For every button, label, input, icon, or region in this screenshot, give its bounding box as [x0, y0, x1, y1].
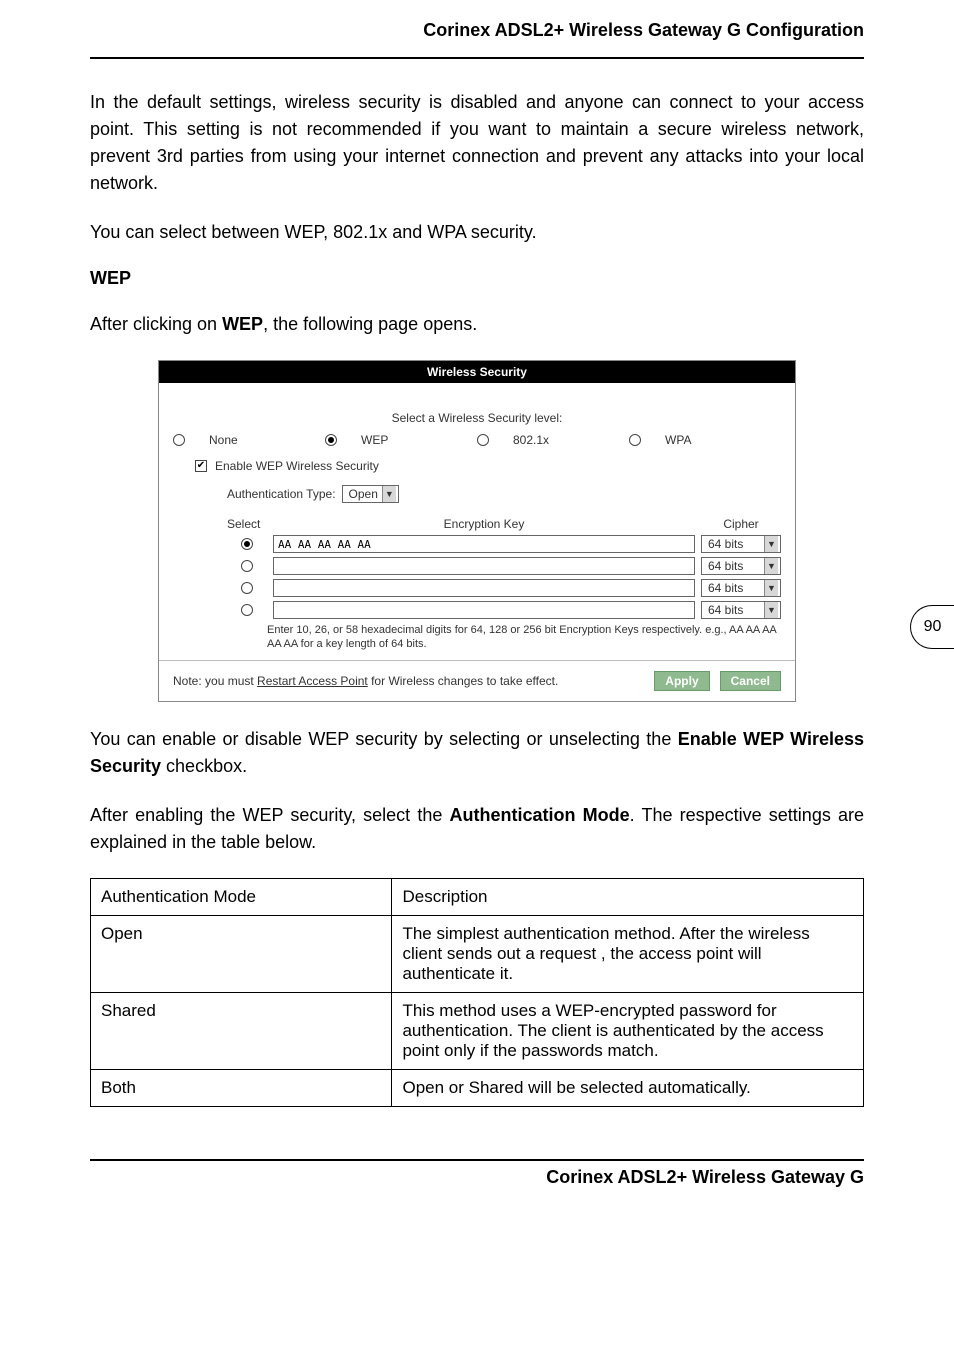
cipher-value-4: 64 bits [708, 603, 760, 617]
auth-type-value: Open [349, 487, 378, 501]
col-select: Select [227, 517, 267, 531]
key-row-2: 64 bits ▼ [227, 557, 781, 575]
key-select-4[interactable] [241, 604, 253, 616]
wireless-security-panel: Wireless Security Select a Wireless Secu… [158, 360, 796, 702]
cipher-select-1[interactable]: 64 bits ▼ [701, 535, 781, 553]
key-input-2[interactable] [273, 557, 695, 575]
page-number-tab: 90 [910, 605, 954, 649]
auth-mode-table: Authentication Mode Description Open The… [90, 878, 864, 1107]
cipher-select-3[interactable]: 64 bits ▼ [701, 579, 781, 597]
cipher-value-1: 64 bits [708, 537, 760, 551]
cell-desc: This method uses a WEP-encrypted passwor… [392, 992, 864, 1069]
radio-wpa[interactable] [629, 434, 641, 446]
th-desc: Description [392, 878, 864, 915]
key-select-1[interactable] [241, 538, 253, 550]
key-row-4: 64 bits ▼ [227, 601, 781, 619]
col-cipher: Cipher [701, 517, 781, 531]
cell-desc: Open or Shared will be selected automati… [392, 1069, 864, 1106]
radio-wep-label: WEP [361, 433, 388, 447]
security-level-radios: None WEP 802.1x WPA [173, 433, 781, 447]
note-pre: Note: you must [173, 674, 257, 688]
radio-none-label: None [209, 433, 238, 447]
footer-rule [90, 1159, 864, 1161]
wep-intro: After clicking on WEP, the following pag… [90, 311, 864, 338]
header-rule [90, 57, 864, 59]
enable-wep-paragraph: You can enable or disable WEP security b… [90, 726, 864, 780]
key-select-2[interactable] [241, 560, 253, 572]
key-row-1: 64 bits ▼ [227, 535, 781, 553]
col-key: Encryption Key [267, 517, 701, 531]
th-mode: Authentication Mode [91, 878, 392, 915]
cipher-select-2[interactable]: 64 bits ▼ [701, 557, 781, 575]
wep-intro-pre: After clicking on [90, 314, 222, 334]
intro-paragraph-2: You can select between WEP, 802.1x and W… [90, 219, 864, 246]
auth-type-label: Authentication Type: [227, 487, 336, 501]
cell-mode: Both [91, 1069, 392, 1106]
page-footer-title: Corinex ADSL2+ Wireless Gateway G [90, 1167, 864, 1188]
radio-none[interactable] [173, 434, 185, 446]
cipher-value-2: 64 bits [708, 559, 760, 573]
radio-8021x[interactable] [477, 434, 489, 446]
p4-pre: You can enable or disable WEP security b… [90, 729, 678, 749]
enable-wep-checkbox[interactable] [195, 460, 207, 472]
chevron-down-icon: ▼ [382, 486, 396, 502]
intro-paragraph-1: In the default settings, wireless securi… [90, 89, 864, 197]
restart-note: Note: you must Restart Access Point for … [173, 674, 644, 688]
key-select-3[interactable] [241, 582, 253, 594]
select-level-label: Select a Wireless Security level: [173, 411, 781, 425]
panel-title: Wireless Security [159, 361, 795, 383]
table-row: Both Open or Shared will be selected aut… [91, 1069, 864, 1106]
chevron-down-icon: ▼ [764, 602, 778, 618]
wep-intro-post: , the following page opens. [263, 314, 477, 334]
key-input-1[interactable] [273, 535, 695, 553]
wep-heading: WEP [90, 268, 864, 289]
p4-post: checkbox. [161, 756, 247, 776]
key-help-text: Enter 10, 26, or 58 hexadecimal digits f… [267, 623, 781, 652]
wep-intro-bold: WEP [222, 314, 263, 334]
chevron-down-icon: ▼ [764, 580, 778, 596]
cipher-select-4[interactable]: 64 bits ▼ [701, 601, 781, 619]
cell-mode: Open [91, 915, 392, 992]
apply-button[interactable]: Apply [654, 671, 709, 691]
key-input-4[interactable] [273, 601, 695, 619]
note-post: for Wireless changes to take effect. [368, 674, 559, 688]
radio-wpa-label: WPA [665, 433, 691, 447]
chevron-down-icon: ▼ [764, 558, 778, 574]
radio-8021x-label: 802.1x [513, 433, 549, 447]
p5-pre: After enabling the WEP security, select … [90, 805, 450, 825]
key-input-3[interactable] [273, 579, 695, 597]
page-header-title: Corinex ADSL2+ Wireless Gateway G Config… [90, 20, 864, 49]
radio-wep[interactable] [325, 434, 337, 446]
cancel-button[interactable]: Cancel [720, 671, 781, 691]
enable-wep-label: Enable WEP Wireless Security [215, 459, 379, 473]
table-row: Shared This method uses a WEP-encrypted … [91, 992, 864, 1069]
cell-desc: The simplest authentication method. Afte… [392, 915, 864, 992]
cell-mode: Shared [91, 992, 392, 1069]
auth-mode-paragraph: After enabling the WEP security, select … [90, 802, 864, 856]
chevron-down-icon: ▼ [764, 536, 778, 552]
p5-bold: Authentication Mode [450, 805, 630, 825]
restart-access-point-link[interactable]: Restart Access Point [257, 674, 368, 688]
cipher-value-3: 64 bits [708, 581, 760, 595]
auth-type-select[interactable]: Open ▼ [342, 485, 399, 503]
key-row-3: 64 bits ▼ [227, 579, 781, 597]
table-row: Authentication Mode Description [91, 878, 864, 915]
table-row: Open The simplest authentication method.… [91, 915, 864, 992]
